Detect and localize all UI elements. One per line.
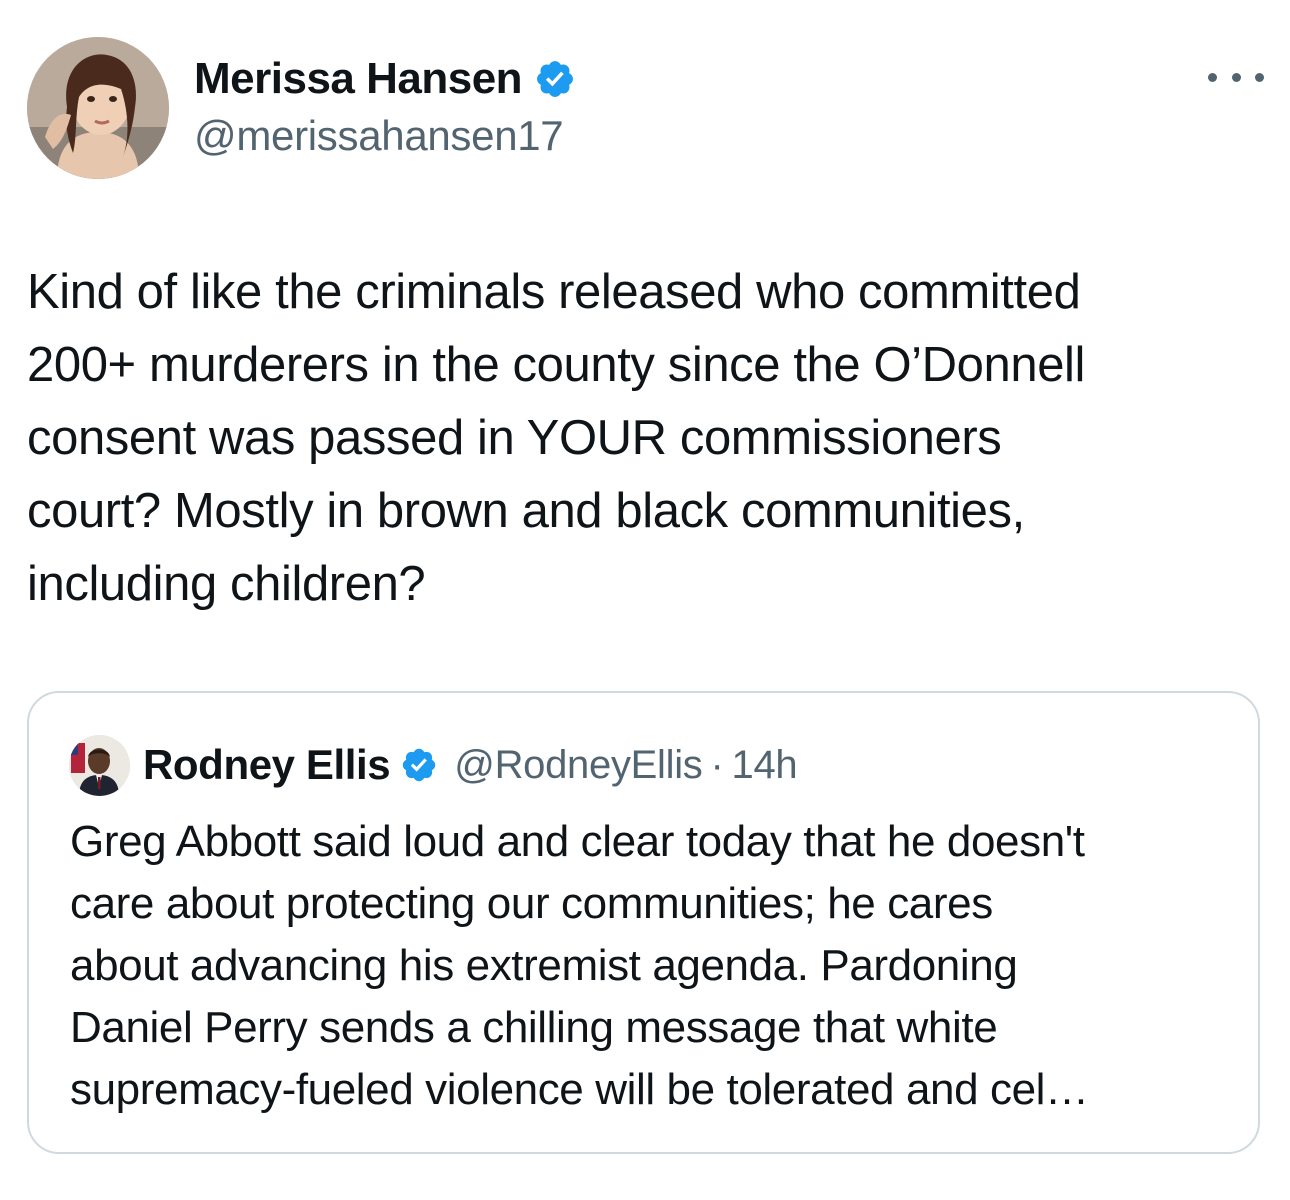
quoted-tweet-timestamp[interactable]: 14h	[732, 743, 798, 788]
tweet-text-line: Kind of like the criminals released who …	[27, 265, 1081, 319]
author-display-name[interactable]: Merissa Hansen	[194, 54, 523, 104]
quoted-tweet-header: Rodney Ellis @RodneyEllis · 14h	[143, 737, 798, 793]
more-dot	[1231, 72, 1241, 82]
quoted-text-line: supremacy-fueled violence will be tolera…	[70, 1065, 1089, 1114]
more-dot	[1208, 72, 1217, 82]
tweet-text-line: court? Mostly in brown and black communi…	[27, 484, 1025, 538]
tweet-text-line: 200+ murderers in the county since the O…	[27, 338, 1086, 392]
author-handle[interactable]: @merissahansen17	[194, 112, 564, 160]
quoted-tweet-card[interactable]: Rodney Ellis @RodneyEllis · 14h Greg Abb…	[27, 691, 1260, 1154]
quoted-text-line: care about protecting our communities; h…	[70, 879, 993, 928]
quoted-text-line: about advancing his extremist agenda. Pa…	[70, 941, 1018, 990]
more-options-icon[interactable]	[1208, 62, 1264, 92]
quoted-author-avatar[interactable]	[69, 735, 130, 796]
separator-dot: ·	[710, 742, 724, 787]
quoted-text-line: Daniel Perry sends a chilling message th…	[70, 1003, 998, 1052]
verified-badge-icon	[403, 748, 436, 782]
quoted-author-name[interactable]: Rodney Ellis	[143, 741, 391, 789]
woman-portrait-avatar-image	[27, 37, 169, 179]
quoted-text-line: Greg Abbott said loud and clear today th…	[70, 817, 1085, 866]
author-avatar[interactable]	[27, 37, 169, 179]
quoted-author-handle[interactable]: @RodneyEllis	[454, 743, 703, 788]
verified-badge-icon	[537, 61, 573, 97]
tweet-text-line: including children?	[27, 557, 426, 611]
quoted-tweet-text: Greg Abbott said loud and clear today th…	[70, 811, 1240, 1121]
author-name-row: Merissa Hansen	[194, 50, 576, 108]
tweet-text: Kind of like the criminals released who …	[27, 256, 1267, 621]
tweet-text-line: consent was passed in YOUR commissioners	[27, 411, 1002, 465]
more-dot	[1255, 72, 1264, 82]
man-suit-portrait-avatar-image	[69, 735, 130, 796]
